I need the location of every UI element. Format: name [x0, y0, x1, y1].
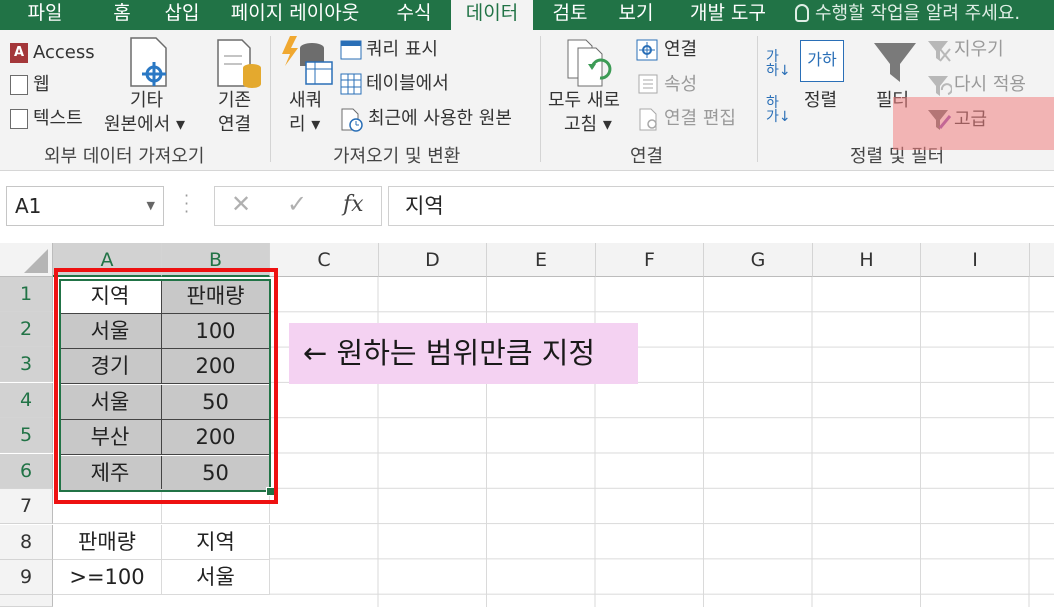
- column-header-j[interactable]: [1030, 243, 1054, 277]
- formula-buttons: ✕ ✓ fx: [214, 186, 382, 226]
- select-all-button[interactable]: [0, 243, 53, 277]
- show-queries-button[interactable]: 쿼리 표시: [366, 39, 438, 61]
- sort-icon: 가하: [800, 40, 844, 82]
- text-file-icon: [10, 109, 28, 129]
- properties-button[interactable]: 속성: [664, 74, 697, 96]
- tab-file[interactable]: 파일: [14, 0, 76, 30]
- column-header-i[interactable]: I: [921, 243, 1030, 277]
- other-sources-icon: [130, 37, 167, 87]
- sort-ascending-icon[interactable]: 가 하↓: [766, 50, 791, 78]
- advanced-filter-highlight: [893, 97, 1054, 150]
- properties-icon: [638, 74, 658, 94]
- existing-connections-label-2: 연결: [218, 114, 252, 135]
- cell-a8[interactable]: 판매량: [53, 525, 162, 560]
- range-highlight-box: [54, 268, 278, 504]
- column-header-h[interactable]: H: [813, 243, 921, 277]
- tab-data[interactable]: 데이터: [451, 0, 533, 30]
- group-label-external-data: 외부 데이터 가져오기: [44, 146, 205, 167]
- tab-view[interactable]: 보기: [608, 0, 664, 30]
- edit-links-icon: [639, 108, 657, 131]
- tab-review[interactable]: 검토: [542, 0, 598, 30]
- sort-button[interactable]: 정렬: [804, 90, 837, 112]
- cell-a9[interactable]: >=100: [53, 560, 162, 595]
- row-header-6[interactable]: 6: [0, 454, 53, 489]
- other-sources-label-2: 원본에서 ▾: [104, 114, 186, 135]
- column-header-d[interactable]: D: [379, 243, 487, 277]
- refresh-all-button[interactable]: 모두 새로: [548, 90, 620, 112]
- row-header-7[interactable]: 7: [0, 489, 53, 524]
- tab-home[interactable]: 홈: [100, 0, 144, 30]
- show-queries-icon: [340, 40, 362, 60]
- cell-b8[interactable]: 지역: [162, 525, 270, 560]
- recent-sources-icon: [341, 108, 363, 132]
- recent-sources-button[interactable]: 최근에 사용한 원본: [368, 108, 512, 130]
- formula-input[interactable]: 지역: [388, 186, 1054, 226]
- row-header-4[interactable]: 4: [0, 383, 53, 418]
- insert-function-icon[interactable]: fx: [343, 192, 364, 217]
- from-table-button[interactable]: 테이블에서: [366, 73, 449, 95]
- from-text-button[interactable]: 텍스트: [33, 108, 83, 130]
- tab-formulas[interactable]: 수식: [388, 0, 440, 30]
- tab-developer[interactable]: 개발 도구: [680, 0, 776, 30]
- column-header-e[interactable]: E: [487, 243, 596, 277]
- annotation-note: ← 원하는 범위만큼 지정: [289, 323, 638, 384]
- sort-descending-icon[interactable]: 하 가↓: [766, 96, 791, 124]
- row-header-5[interactable]: 5: [0, 418, 53, 453]
- group-separator: [270, 36, 271, 162]
- enter-icon[interactable]: ✓: [287, 190, 307, 218]
- web-icon: [10, 75, 28, 95]
- row-header-2[interactable]: 2: [0, 312, 53, 347]
- cell-b9[interactable]: 서울: [162, 560, 270, 595]
- row-header-9[interactable]: 9: [0, 560, 53, 595]
- reapply-icon: [928, 76, 952, 96]
- new-query-label-2: 리 ▾: [289, 114, 321, 135]
- cancel-icon[interactable]: ✕: [231, 190, 251, 218]
- access-icon: A: [10, 43, 28, 63]
- tab-page-layout[interactable]: 페이지 레이아웃: [222, 0, 368, 30]
- other-sources-button[interactable]: 기타: [130, 90, 163, 112]
- group-separator: [757, 36, 758, 162]
- select-all-triangle-icon: [24, 249, 48, 273]
- edit-links-button[interactable]: 연결 편집: [664, 108, 736, 130]
- ribbon-tab-bar: 파일 홈 삽입 페이지 레이아웃 수식 데이터 검토 보기 개발 도구 수행할 …: [0, 0, 1054, 30]
- from-access-button[interactable]: Access: [33, 42, 95, 64]
- existing-connections-button[interactable]: 기존: [218, 90, 251, 112]
- existing-connections-icon: [217, 39, 261, 88]
- reapply-button[interactable]: 다시 적용: [954, 74, 1026, 96]
- tab-insert[interactable]: 삽입: [154, 0, 210, 30]
- from-web-button[interactable]: 웹: [33, 74, 50, 96]
- clear-filter-button[interactable]: 지우기: [954, 39, 1004, 61]
- chevron-down-icon[interactable]: ▼: [147, 187, 155, 225]
- clear-filter-icon: [928, 41, 951, 62]
- row-header-8[interactable]: 8: [0, 525, 53, 560]
- new-query-button[interactable]: 새쿼: [289, 90, 322, 112]
- tell-me-box[interactable]: 수행할 작업을 알려 주세요.: [795, 0, 1020, 30]
- name-box[interactable]: A1 ▼: [6, 186, 164, 226]
- group-label-get-transform: 가져오기 및 변환: [333, 146, 461, 167]
- column-header-f[interactable]: F: [596, 243, 704, 277]
- new-query-icon: [282, 36, 333, 85]
- group-label-connections: 연결: [630, 146, 664, 167]
- refresh-all-label-2: 고침 ▾: [564, 114, 612, 135]
- group-separator: [540, 36, 541, 162]
- from-table-icon: [340, 73, 362, 95]
- row-header-3[interactable]: 3: [0, 347, 53, 382]
- row-header-10[interactable]: [0, 595, 53, 607]
- row-header-1[interactable]: 1: [0, 277, 53, 312]
- column-header-c[interactable]: C: [270, 243, 379, 277]
- column-header-g[interactable]: G: [704, 243, 813, 277]
- connections-button[interactable]: 연결: [664, 39, 697, 61]
- filter-icon: [874, 43, 916, 82]
- refresh-all-icon: [567, 39, 612, 87]
- lightbulb-icon: [795, 4, 809, 22]
- vertical-dots-icon: · · ·: [184, 186, 190, 221]
- connections-icon: [636, 39, 658, 61]
